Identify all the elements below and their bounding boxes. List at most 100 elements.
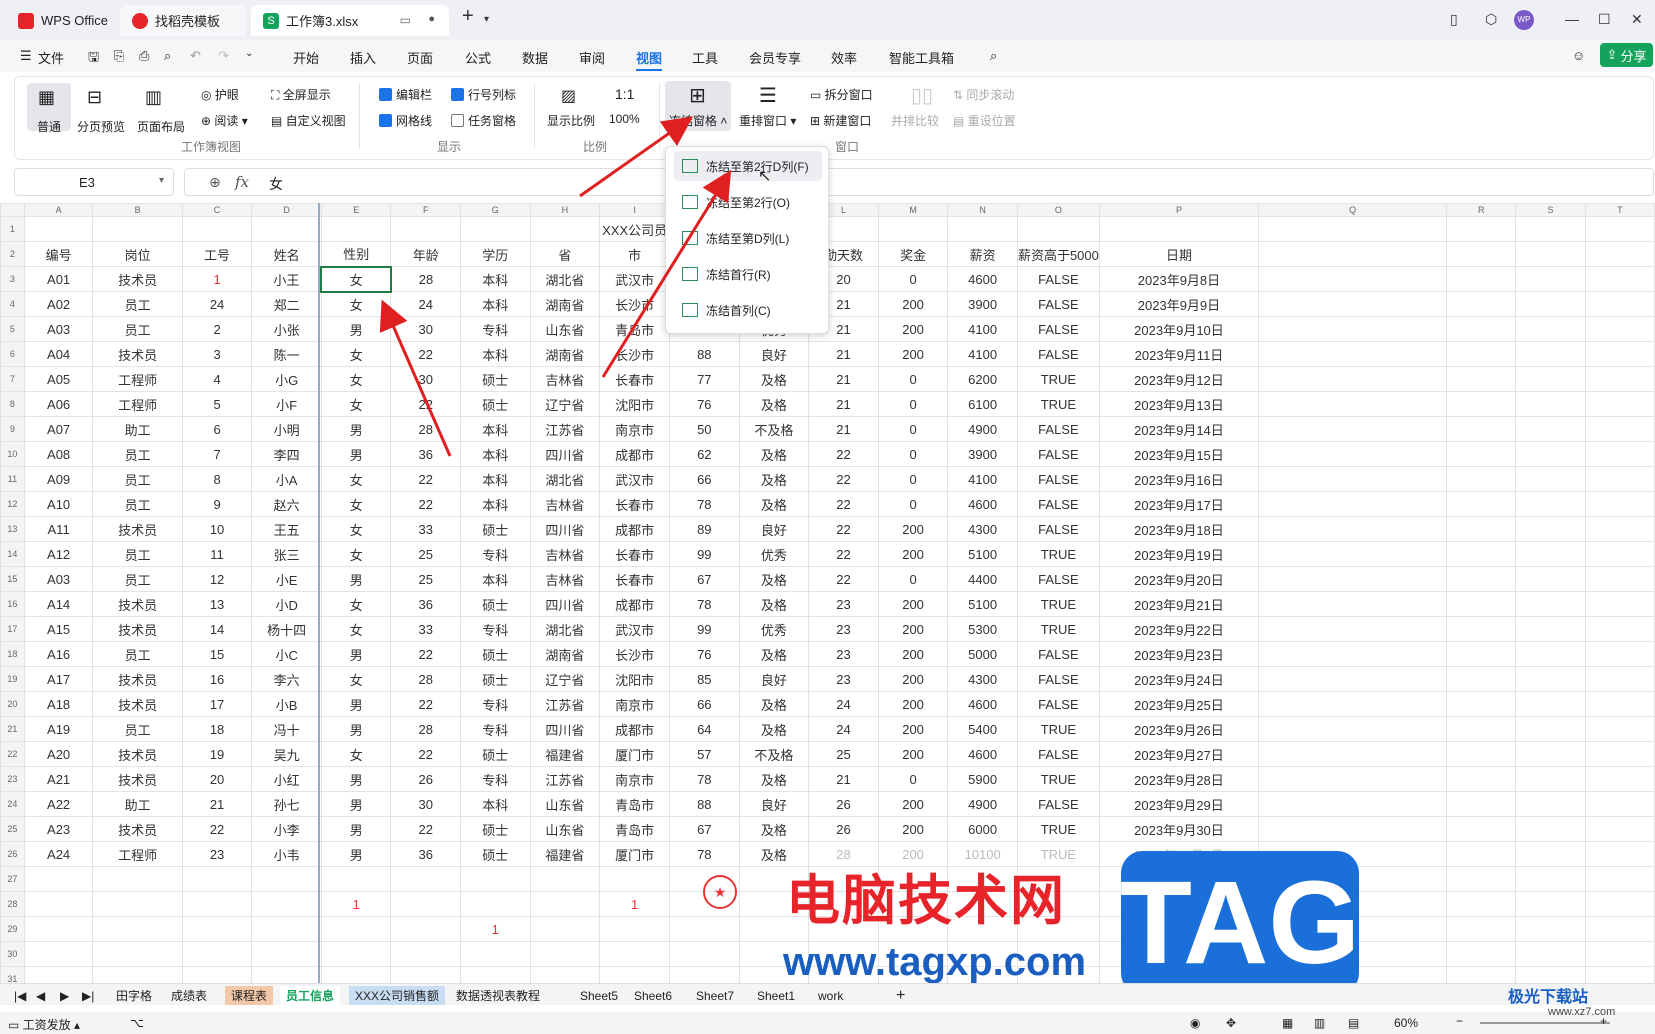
cell[interactable] xyxy=(1446,766,1517,792)
cell[interactable] xyxy=(460,941,531,967)
cell[interactable]: TRUE xyxy=(1016,541,1100,567)
cell[interactable] xyxy=(181,216,253,242)
cell[interactable] xyxy=(1515,291,1586,317)
cell[interactable]: TRUE xyxy=(1016,616,1100,642)
cell[interactable]: 成都市 xyxy=(599,516,671,542)
add-sheet-icon[interactable]: + xyxy=(890,986,911,1005)
cell[interactable]: 本科 xyxy=(460,266,531,292)
cell[interactable] xyxy=(1515,541,1586,567)
sheet-tab[interactable]: work xyxy=(812,986,849,1005)
cell[interactable]: 67 xyxy=(669,816,740,842)
cell[interactable]: A22 xyxy=(23,791,94,817)
cell[interactable]: 1 xyxy=(320,891,392,917)
cell[interactable]: 8 xyxy=(181,466,253,492)
cell[interactable]: 30 xyxy=(390,366,461,392)
cell[interactable]: TRUE xyxy=(1016,716,1100,742)
cell[interactable] xyxy=(320,941,392,967)
cell[interactable] xyxy=(1515,566,1586,592)
header-cell[interactable]: 省 xyxy=(529,241,601,267)
cell[interactable]: 李六 xyxy=(251,666,322,692)
row-header[interactable]: 19 xyxy=(0,666,25,692)
cell[interactable]: 5100 xyxy=(947,541,1018,567)
sheet-tab[interactable]: 数据透视表教程 xyxy=(450,986,546,1005)
cell[interactable]: A03 xyxy=(23,566,94,592)
cell[interactable]: TRUE xyxy=(1016,391,1100,417)
cell[interactable]: 小张 xyxy=(251,316,322,342)
cell[interactable]: 湖南省 xyxy=(529,291,601,317)
cell[interactable] xyxy=(1258,291,1448,317)
cell[interactable] xyxy=(1258,691,1448,717)
cell[interactable]: 本科 xyxy=(460,416,531,442)
cell[interactable]: 2023年9月28日 xyxy=(1098,766,1260,792)
cell[interactable] xyxy=(23,216,94,242)
cell[interactable] xyxy=(1584,866,1655,892)
cell[interactable] xyxy=(251,866,322,892)
cell[interactable] xyxy=(1584,441,1655,467)
cell[interactable]: 26 xyxy=(808,816,879,842)
menu-view[interactable]: 视图 xyxy=(636,48,662,67)
cell[interactable] xyxy=(1515,941,1586,967)
side-by-side-button[interactable]: 并排比较 xyxy=(891,112,939,129)
cell[interactable] xyxy=(1258,491,1448,517)
cell[interactable]: 21 xyxy=(181,791,253,817)
cell[interactable]: 女 xyxy=(320,391,392,417)
row-header[interactable]: 9 xyxy=(0,416,25,442)
custom-view-button[interactable]: ▤ 自定义视图 xyxy=(271,112,346,129)
cell[interactable]: 硕士 xyxy=(460,641,531,667)
cell[interactable] xyxy=(1446,366,1517,392)
cell[interactable]: 男 xyxy=(320,791,392,817)
cell[interactable]: 22 xyxy=(808,441,879,467)
cell[interactable] xyxy=(1515,916,1586,942)
cell[interactable] xyxy=(1584,841,1655,867)
cell[interactable]: 76 xyxy=(669,641,740,667)
cell[interactable] xyxy=(92,916,183,942)
cell[interactable]: FALSE xyxy=(1016,691,1100,717)
cell[interactable]: 22 xyxy=(808,541,879,567)
column-header[interactable]: S xyxy=(1515,203,1586,217)
cell[interactable]: 男 xyxy=(320,691,392,717)
cell[interactable]: 36 xyxy=(390,841,461,867)
cell[interactable]: A08 xyxy=(23,441,94,467)
cell[interactable]: 江苏省 xyxy=(529,691,601,717)
cell[interactable] xyxy=(529,891,601,917)
cell[interactable]: 2023年9月15日 xyxy=(1098,441,1260,467)
cell[interactable]: 5000 xyxy=(947,641,1018,667)
cell[interactable]: 技术员 xyxy=(92,666,183,692)
cell[interactable] xyxy=(1584,566,1655,592)
cell[interactable]: 员工 xyxy=(92,716,183,742)
cell[interactable]: FALSE xyxy=(1016,666,1100,692)
cell[interactable]: 85 xyxy=(669,666,740,692)
cell[interactable]: 22 xyxy=(390,816,461,842)
cell[interactable]: 技术员 xyxy=(92,616,183,642)
cell[interactable] xyxy=(23,941,94,967)
cell[interactable]: 21 xyxy=(808,766,879,792)
cell[interactable]: 9 xyxy=(181,491,253,517)
row-header[interactable]: 11 xyxy=(0,466,25,492)
cell[interactable]: 66 xyxy=(669,691,740,717)
freeze-row2-colD-item[interactable]: 冻结至第2行D列(F) xyxy=(674,151,822,181)
cell[interactable] xyxy=(529,866,601,892)
sheet-tab[interactable]: 课程表 xyxy=(225,986,274,1005)
cell[interactable] xyxy=(390,866,461,892)
zoom-level[interactable]: 60% xyxy=(1394,1016,1418,1030)
menu-tools[interactable]: 工具 xyxy=(692,48,718,67)
cell[interactable] xyxy=(1446,691,1517,717)
cell[interactable] xyxy=(1584,916,1655,942)
chat-icon[interactable]: ☺ xyxy=(1572,48,1585,63)
cell[interactable] xyxy=(251,216,322,242)
cell[interactable]: 7 xyxy=(181,441,253,467)
normal-view-status-icon[interactable]: ▦ xyxy=(1282,1016,1293,1030)
share-button[interactable]: ⇪ 分享 xyxy=(1600,43,1653,67)
header-cell[interactable]: 性别 xyxy=(320,241,392,267)
cell[interactable]: 12 xyxy=(181,566,253,592)
cell[interactable] xyxy=(1515,366,1586,392)
chevron-down-icon[interactable]: ▾ xyxy=(159,175,164,186)
cell[interactable]: 2023年9月14日 xyxy=(1098,416,1260,442)
cell[interactable]: 5100 xyxy=(947,591,1018,617)
cell[interactable]: 36 xyxy=(390,441,461,467)
cell[interactable]: 不及格 xyxy=(738,741,810,767)
cell[interactable] xyxy=(1515,791,1586,817)
prev-sheet-icon[interactable]: ◀ xyxy=(30,986,51,1005)
cell[interactable]: 长春市 xyxy=(599,566,671,592)
cell[interactable] xyxy=(320,866,392,892)
